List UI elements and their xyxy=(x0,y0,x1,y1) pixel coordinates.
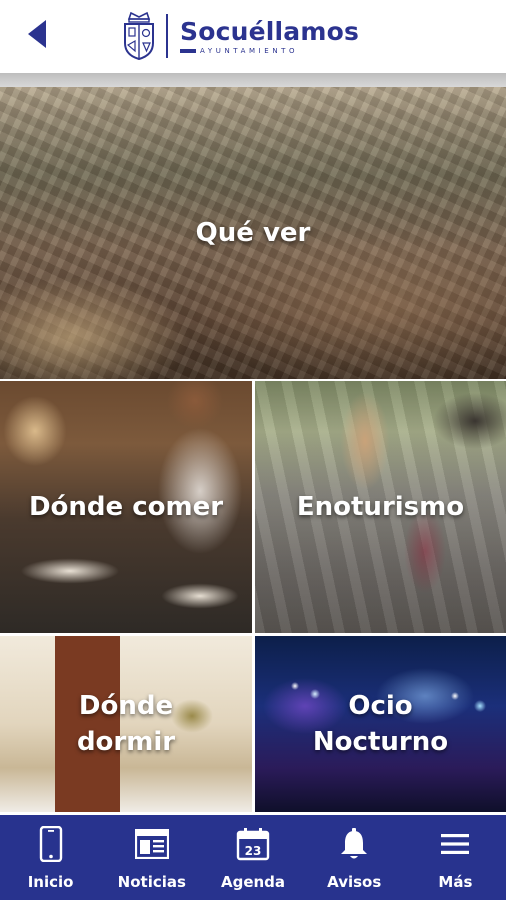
tile-label: Dónde comer xyxy=(28,492,224,522)
brand-name: Socuéllamos xyxy=(180,16,360,46)
nav-label: Inicio xyxy=(27,873,74,891)
tile-enoturismo[interactable]: Enoturismo xyxy=(255,381,506,633)
calendar-icon: 23 xyxy=(233,825,273,863)
app-header: Socuéllamos AYUNTAMIENTO xyxy=(0,0,506,73)
header-shadow xyxy=(0,73,506,87)
nav-label: Agenda xyxy=(220,873,286,891)
bottom-navigation: Inicio Noticias 23 Agenda Avisos Más xyxy=(0,815,506,900)
tile-donde-dormir[interactable]: Dónde dormir xyxy=(0,636,252,812)
phone-icon xyxy=(31,825,71,863)
nav-label: Noticias xyxy=(117,873,186,891)
nav-item-avisos[interactable]: Avisos xyxy=(304,815,405,900)
tile-label: Qué ver xyxy=(195,218,311,248)
calendar-day: 23 xyxy=(245,844,262,858)
back-arrow-icon xyxy=(28,20,46,48)
brand-divider xyxy=(166,14,168,58)
nav-label: Avisos xyxy=(327,873,382,891)
tile-label: Enoturismo xyxy=(296,492,465,522)
bell-icon xyxy=(334,825,374,863)
tile-label: Ocio Nocturno xyxy=(312,691,449,757)
menu-icon xyxy=(435,825,475,863)
nav-item-agenda[interactable]: 23 Agenda xyxy=(202,815,303,900)
nav-item-inicio[interactable]: Inicio xyxy=(0,815,101,900)
tile-que-ver[interactable]: Qué ver xyxy=(0,87,506,379)
nav-label: Más xyxy=(438,873,473,891)
tile-donde-comer[interactable]: Dónde comer xyxy=(0,381,252,633)
tile-label: Dónde dormir xyxy=(76,691,176,757)
newspaper-icon xyxy=(132,825,172,863)
brand-accent-bar xyxy=(180,48,196,53)
coat-of-arms-icon xyxy=(124,11,154,61)
nav-item-mas[interactable]: Más xyxy=(405,815,506,900)
brand-logo: Socuéllamos AYUNTAMIENTO xyxy=(122,10,359,62)
tile-ocio-nocturno[interactable]: Ocio Nocturno xyxy=(255,636,506,812)
back-button[interactable] xyxy=(26,20,50,48)
nav-item-noticias[interactable]: Noticias xyxy=(101,815,202,900)
brand-subtitle: AYUNTAMIENTO xyxy=(200,46,299,55)
